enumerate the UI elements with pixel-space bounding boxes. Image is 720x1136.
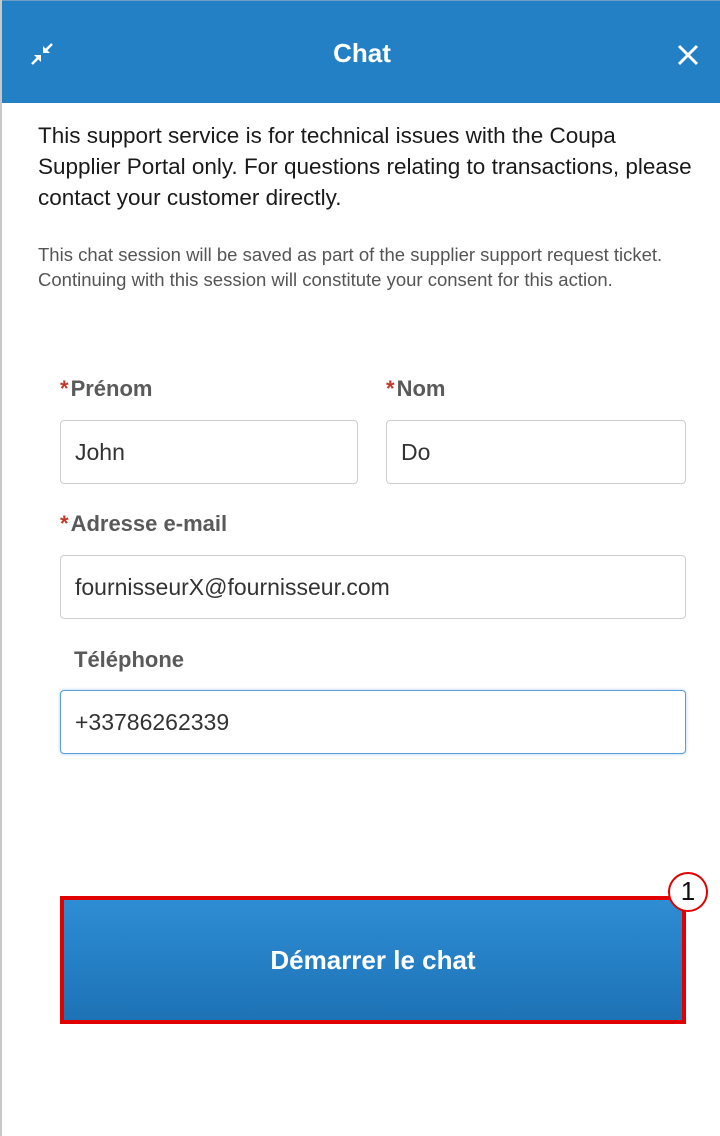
close-button[interactable] — [676, 43, 700, 67]
chat-header: Chat — [2, 0, 720, 103]
start-chat-button[interactable]: Démarrer le chat — [60, 896, 686, 1024]
support-intro-text: This support service is for technical is… — [38, 123, 692, 210]
email-label: *Adresse e-mail — [60, 510, 227, 538]
required-marker: * — [60, 376, 69, 401]
required-marker: * — [386, 376, 395, 401]
last-name-label: *Nom — [386, 375, 445, 403]
email-label-text: Adresse e-mail — [70, 511, 228, 536]
phone-input[interactable] — [60, 690, 686, 754]
required-marker: * — [60, 511, 69, 536]
email-input[interactable] — [60, 555, 686, 619]
first-name-input[interactable] — [60, 420, 358, 484]
chat-window: Chat This support service is for technic… — [0, 0, 720, 1136]
last-name-label-text: Nom — [396, 376, 446, 401]
phone-label-text: Téléphone — [74, 647, 185, 672]
close-icon — [677, 44, 699, 66]
chat-title: Chat — [333, 38, 391, 68]
last-name-input[interactable] — [386, 420, 686, 484]
phone-label: Téléphone — [74, 646, 184, 674]
first-name-label-text: Prénom — [70, 376, 153, 401]
consent-notice: This chat session will be saved as part … — [38, 244, 663, 290]
step-number-callout: 1 — [668, 872, 708, 912]
first-name-label: *Prénom — [60, 375, 152, 403]
